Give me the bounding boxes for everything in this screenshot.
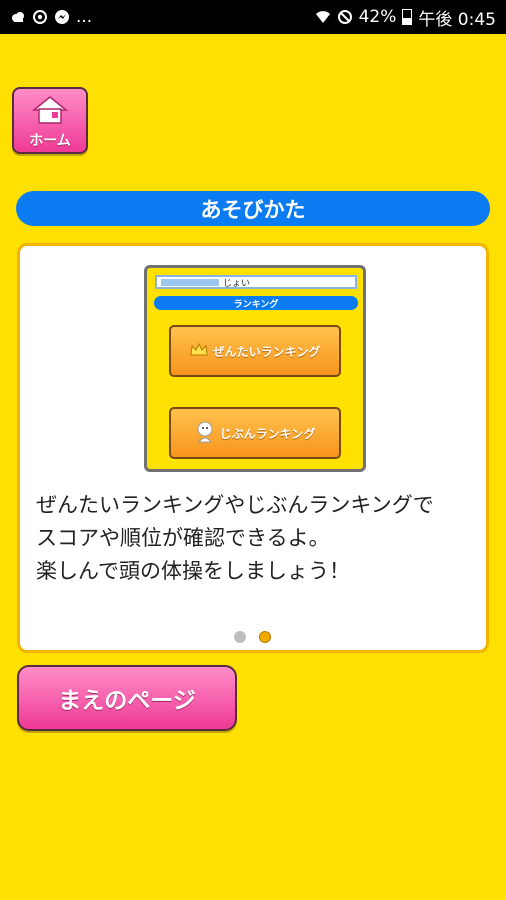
status-bar-left: ... [10, 7, 92, 27]
section-title: あそびかた [16, 191, 490, 226]
status-bar: ... 42% 午後 0:45 [0, 0, 506, 34]
status-time: 午後 0:45 [418, 9, 496, 30]
description: ぜんたいランキングやじぶんランキングで スコアや順位が確認できるよ。 楽しんで頭… [36, 489, 484, 588]
preview-overall-ranking-button: ぜんたいランキング [169, 325, 341, 377]
page-dot-1[interactable] [234, 631, 246, 643]
preview-button-label: ぜんたいランキング [212, 344, 321, 359]
preview-button-label: じぶんランキング [219, 426, 316, 441]
description-line: ぜんたいランキングやじぶんランキングで [36, 493, 434, 517]
house-icon [31, 95, 69, 129]
crown-icon [190, 342, 208, 360]
description-line: スコアや順位が確認できるよ。 [36, 526, 330, 550]
do-not-disturb-icon [337, 9, 353, 25]
preview-search-value: じょい [223, 278, 251, 289]
person-icon [195, 421, 215, 446]
pagination-dots [234, 631, 271, 643]
preview-my-ranking-button: じぶんランキング [169, 407, 341, 459]
description-line: 楽しんで頭の体操をしましょう！ [36, 559, 350, 583]
preview-search-bar [161, 278, 219, 286]
previous-page-button[interactable]: まえのページ [17, 665, 237, 731]
status-bar-right: 42% 午後 0:45 [315, 5, 496, 30]
tutorial-card: じょい ランキング ぜんたいランキング じぶんランキング ぜんたいランキングやじ… [17, 243, 489, 653]
wifi-icon [315, 9, 331, 25]
page-dot-2[interactable] [259, 631, 271, 643]
status-more: ... [76, 7, 93, 27]
at-sign-icon [32, 9, 48, 25]
facebook-messenger-icon [54, 9, 70, 25]
home-button[interactable]: ホーム [12, 87, 88, 154]
battery-percent: 42% [358, 7, 397, 27]
preview-title: ランキング [154, 296, 358, 310]
preview-image: じょい ランキング ぜんたいランキング じぶんランキング [144, 265, 366, 472]
battery-icon [402, 9, 413, 25]
preview-search-field: じょい [155, 275, 357, 289]
home-button-label: ホーム [29, 133, 71, 149]
cloud-icon [10, 9, 26, 25]
